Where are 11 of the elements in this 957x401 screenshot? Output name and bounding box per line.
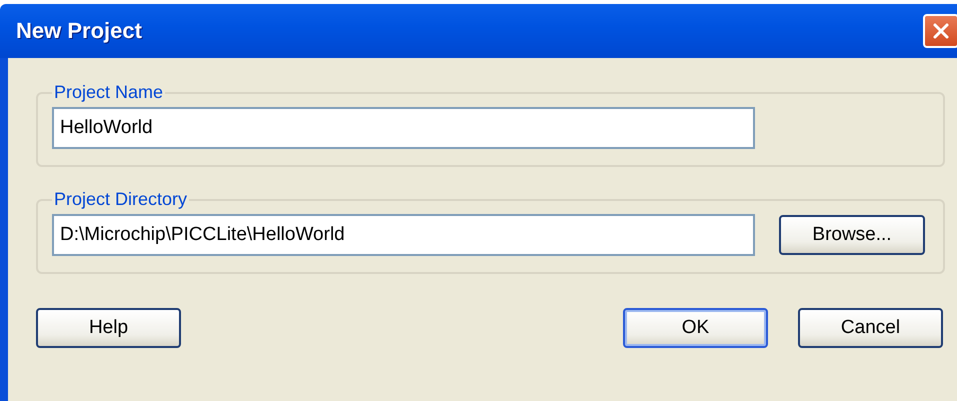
dialog-button[interactable]: Help xyxy=(36,308,181,348)
input-field[interactable]: HelloWorld xyxy=(52,107,755,149)
close-icon xyxy=(932,22,950,40)
window-title: New Project xyxy=(16,18,142,44)
input-field[interactable]: D:\Microchip\PICCLite\HelloWorld xyxy=(52,214,755,256)
group-label: Project Directory xyxy=(53,189,188,210)
dialog-button[interactable]: OK xyxy=(623,308,768,348)
close-button[interactable] xyxy=(923,14,957,48)
group-label: Project Name xyxy=(53,82,164,103)
dialog-button[interactable]: Cancel xyxy=(798,308,943,348)
browse-button[interactable]: Browse... xyxy=(779,215,925,255)
